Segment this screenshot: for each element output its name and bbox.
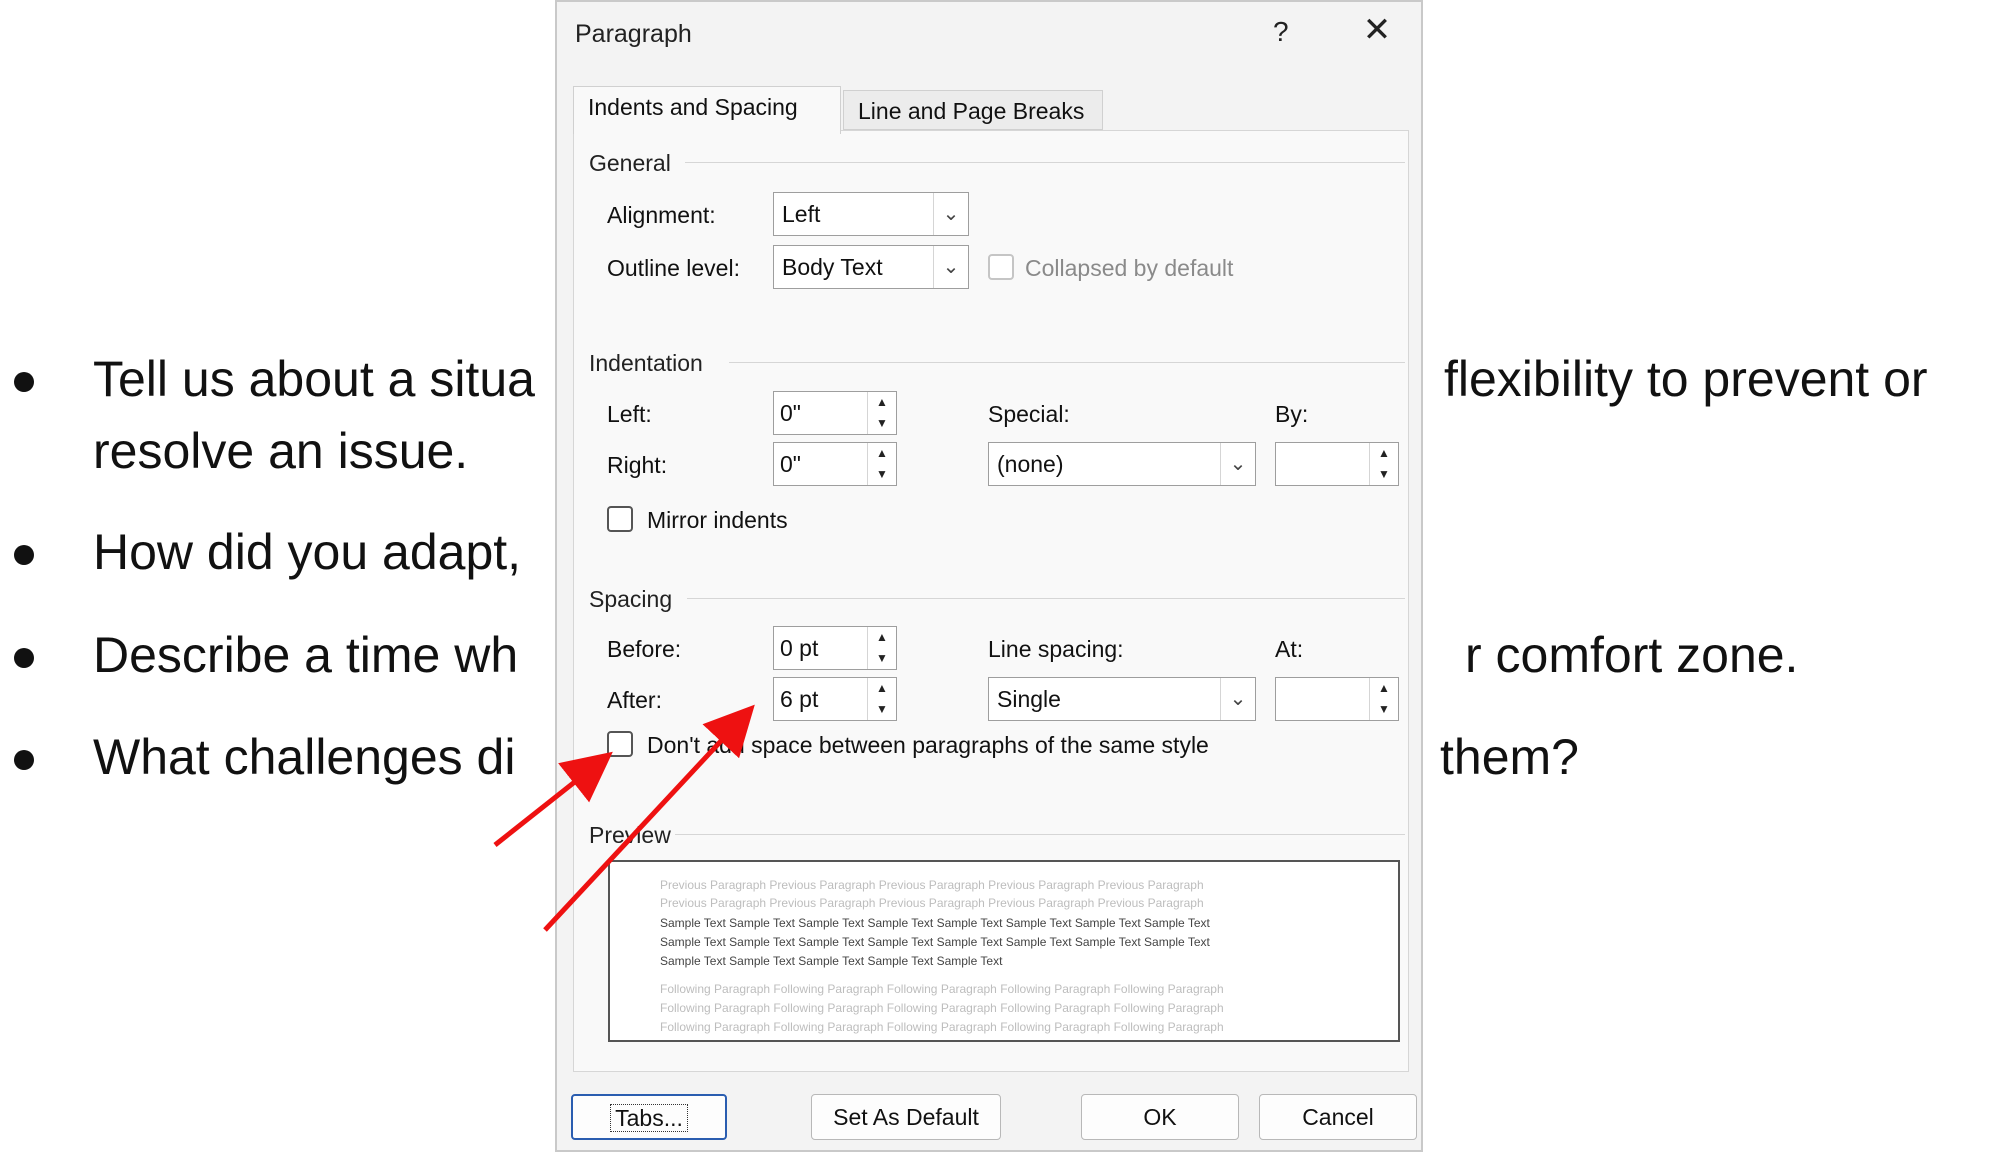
bullet-dot [14,648,34,668]
spin-up-icon[interactable]: ▲ [868,443,896,464]
preview-sample-line: Sample Text Sample Text Sample Text Samp… [660,916,1210,930]
preview-sample-line: Sample Text Sample Text Sample Text Samp… [660,954,1003,968]
spin-up-icon[interactable]: ▲ [868,627,896,648]
chevron-down-icon[interactable]: ⌄ [933,246,968,288]
spin-down-icon[interactable]: ▼ [868,464,896,485]
indent-left-value: 0" [780,400,801,426]
bullet-text-4-left: What challenges di [93,729,516,785]
close-icon[interactable]: ✕ [1357,10,1397,50]
special-value: (none) [997,451,1064,477]
bullet-text-1-left: Tell us about a situa [93,351,535,407]
divider [729,362,1405,363]
collapsed-by-default-checkbox[interactable] [988,254,1014,280]
chevron-down-icon[interactable]: ⌄ [933,193,968,235]
divider [687,598,1405,599]
alignment-select[interactable]: Left ⌄ [773,192,969,236]
line-spacing-value: Single [997,686,1061,712]
alignment-value: Left [782,201,821,227]
cancel-button[interactable]: Cancel [1259,1094,1417,1140]
preview-previous-line: Previous Paragraph Previous Paragraph Pr… [660,896,1204,910]
section-indentation-heading: Indentation [589,350,703,376]
preview-box: Previous Paragraph Previous Paragraph Pr… [608,860,1400,1042]
preview-previous-line: Previous Paragraph Previous Paragraph Pr… [660,878,1204,892]
bullet-text-4-right: them? [1440,729,1579,785]
alignment-label: Alignment: [607,202,716,228]
after-label: After: [607,687,662,713]
section-preview-heading: Preview [589,822,671,848]
mirror-indents-label: Mirror indents [647,507,788,533]
bullet-dot [14,750,34,770]
mirror-indents-checkbox[interactable] [607,506,633,532]
bullet-text-1-right: flexibility to prevent or [1444,351,1928,407]
bullet-text-3-left: Describe a time wh [93,627,519,683]
spin-up-icon[interactable]: ▲ [1370,443,1398,464]
bullet-dot [14,372,34,392]
indent-right-stepper[interactable]: 0" ▲ ▼ [773,442,897,486]
help-button[interactable]: ? [1273,16,1289,48]
preview-following-line: Following Paragraph Following Paragraph … [660,982,1224,996]
bullet-text-1-continued: resolve an issue. [93,423,469,479]
outline-level-value: Body Text [782,254,883,280]
after-value: 6 pt [780,686,819,712]
section-general-heading: General [589,150,671,176]
collapsed-by-default-label: Collapsed by default [1025,255,1234,281]
divider [685,162,1405,163]
spin-up-icon[interactable]: ▲ [868,392,896,413]
dialog-title: Paragraph [575,20,692,48]
tabs-button[interactable]: Tabs... [571,1094,727,1140]
bullet-text-2-left: How did you adapt, [93,524,522,580]
chevron-down-icon[interactable]: ⌄ [1220,678,1255,720]
line-spacing-select[interactable]: Single ⌄ [988,677,1256,721]
outline-level-label: Outline level: [607,255,740,281]
before-label: Before: [607,636,682,662]
by-label: By: [1275,401,1309,427]
at-label: At: [1275,636,1304,662]
spin-down-icon[interactable]: ▼ [1370,464,1398,485]
before-value: 0 pt [780,635,819,661]
spin-down-icon[interactable]: ▼ [1370,699,1398,720]
line-spacing-label: Line spacing: [988,636,1124,662]
bullet-text-3-right: r comfort zone. [1465,627,1799,683]
spin-down-icon[interactable]: ▼ [868,699,896,720]
spin-down-icon[interactable]: ▼ [868,648,896,669]
dont-add-space-label: Don't add space between paragraphs of th… [647,732,1209,758]
set-as-default-button[interactable]: Set As Default [811,1094,1001,1140]
by-stepper[interactable]: ▲ ▼ [1275,442,1399,486]
bullet-dot [14,545,34,565]
spin-up-icon[interactable]: ▲ [868,678,896,699]
special-select[interactable]: (none) ⌄ [988,442,1256,486]
spin-down-icon[interactable]: ▼ [868,413,896,434]
tabs-button-label: Tabs... [610,1104,688,1132]
indent-left-label: Left: [607,401,652,427]
indent-right-value: 0" [780,451,801,477]
preview-sample-line: Sample Text Sample Text Sample Text Samp… [660,935,1210,949]
ok-button[interactable]: OK [1081,1094,1239,1140]
dont-add-space-checkbox[interactable] [607,731,633,757]
tab-indents-and-spacing[interactable]: Indents and Spacing [573,86,841,134]
before-stepper[interactable]: 0 pt ▲ ▼ [773,626,897,670]
outline-level-select[interactable]: Body Text ⌄ [773,245,969,289]
chevron-down-icon[interactable]: ⌄ [1220,443,1255,485]
spin-up-icon[interactable]: ▲ [1370,678,1398,699]
indent-right-label: Right: [607,452,668,478]
indent-left-stepper[interactable]: 0" ▲ ▼ [773,391,897,435]
preview-following-line: Following Paragraph Following Paragraph … [660,1020,1224,1034]
tab-line-and-page-breaks[interactable]: Line and Page Breaks [843,90,1103,130]
after-stepper[interactable]: 6 pt ▲ ▼ [773,677,897,721]
preview-following-line: Following Paragraph Following Paragraph … [660,1001,1224,1015]
divider [675,834,1405,835]
special-label: Special: [988,401,1070,427]
section-spacing-heading: Spacing [589,586,673,612]
at-stepper[interactable]: ▲ ▼ [1275,677,1399,721]
